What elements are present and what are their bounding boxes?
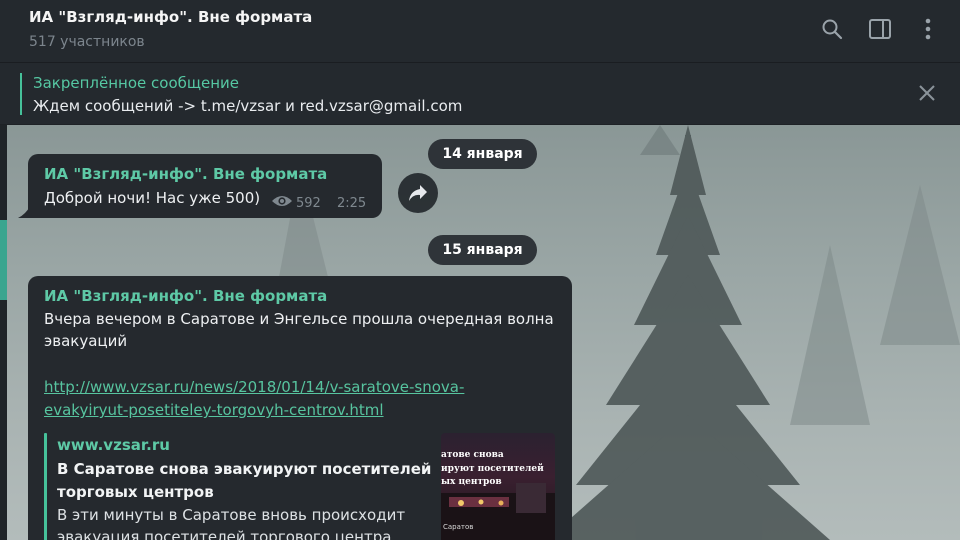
preview-thumbnail[interactable]: атове снова ируют посетителей ых центров… <box>441 433 555 540</box>
thumbnail-location: Саратов <box>443 523 474 531</box>
preview-description: В эти минуты в Саратове вновь происходит <box>57 506 406 524</box>
search-icon[interactable] <box>818 15 846 43</box>
close-icon[interactable] <box>916 82 938 104</box>
pinned-message[interactable]: Закреплённое сообщение Ждем сообщений ->… <box>0 62 960 124</box>
message-link[interactable]: evakyiryut-posetiteley-torgovyh-centrov.… <box>44 401 384 419</box>
more-vert-icon[interactable] <box>914 15 942 43</box>
message-link[interactable]: http://www.vzsar.ru/news/2018/01/14/v-sa… <box>44 378 464 396</box>
message-time: 2:25 <box>337 196 367 211</box>
message-author[interactable]: ИА "Взгляд-инфо". Вне формата <box>44 287 327 305</box>
date-separator: 15 января <box>428 235 537 265</box>
message-text-line: Вчера вечером в Саратове и Энгельсе прош… <box>44 310 554 328</box>
preview-title[interactable]: торговых центров <box>57 483 214 501</box>
preview-site-name[interactable]: www.vzsar.ru <box>57 436 170 454</box>
member-count: 517 участников <box>29 34 145 50</box>
sidebar-toggle-icon[interactable] <box>866 15 894 43</box>
message-bubble[interactable]: ИА "Взгляд-инфо". Вне формата Доброй ноч… <box>28 154 382 218</box>
chat-left-edge <box>0 125 7 540</box>
thumbnail-caption-line: атове снова <box>441 450 504 460</box>
pinned-accent-bar <box>20 73 22 115</box>
chat-header: ИА "Взгляд-инфо". Вне формата 517 участн… <box>0 0 960 62</box>
pinned-title: Закреплённое сообщение <box>33 74 240 92</box>
chat-title[interactable]: ИА "Взгляд-инфо". Вне формата <box>29 8 312 26</box>
views-count: 592 <box>296 196 321 211</box>
pinned-text: Ждем сообщений -> t.me/vzsar и red.vzsar… <box>33 97 463 115</box>
views-eye-icon <box>272 196 292 206</box>
unread-indicator <box>0 220 7 300</box>
thumbnail-caption-line: ируют посетителей <box>441 464 544 474</box>
preview-title[interactable]: В Саратове снова эвакуируют посетителей <box>57 460 431 478</box>
message-author[interactable]: ИА "Взгляд-инфо". Вне формата <box>44 165 327 183</box>
link-preview-bar <box>44 433 47 540</box>
share-icon[interactable] <box>398 173 438 213</box>
message-text-line: эвакуаций <box>44 332 128 350</box>
thumbnail-caption-line: ых центров <box>441 477 502 487</box>
message-text: Доброй ночи! Нас уже 500) <box>44 189 261 207</box>
preview-description: эвакуация посетителей торгового центра <box>57 528 392 540</box>
date-separator: 14 января <box>428 139 537 169</box>
